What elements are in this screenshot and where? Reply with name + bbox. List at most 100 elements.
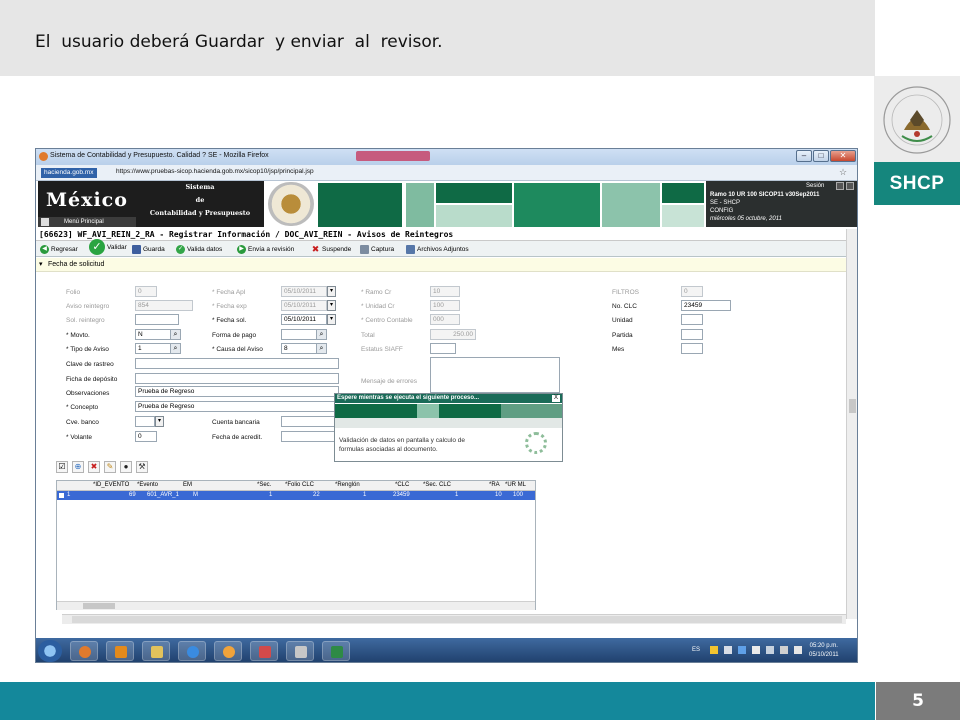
no-clc-field[interactable]: 23459 xyxy=(681,300,731,311)
grid-header-cell[interactable]: *Evento xyxy=(137,482,158,488)
network-icon[interactable] xyxy=(766,646,774,654)
select-all-icon[interactable]: ☑ xyxy=(56,461,68,473)
vertical-scrollbar[interactable] xyxy=(846,229,857,619)
grid-header-cell[interactable]: *Renglón xyxy=(335,482,360,488)
taskbar-media[interactable] xyxy=(214,641,242,661)
forma-pago-search-icon[interactable]: ⌕ xyxy=(316,329,327,340)
taskbar-ie[interactable] xyxy=(178,641,206,661)
delete-row-icon[interactable]: ✖ xyxy=(88,461,100,473)
edit-row-icon[interactable]: ✎ xyxy=(104,461,116,473)
aviso-reintegro-field[interactable]: 854 xyxy=(135,300,193,311)
taskbar-paint[interactable] xyxy=(250,641,278,661)
mes-field[interactable] xyxy=(681,343,703,354)
centro-contable-field[interactable]: 000 xyxy=(430,314,460,325)
address-bar[interactable]: hacienda.gob.mx https://www.pruebas-sico… xyxy=(36,165,857,181)
causa-aviso-field[interactable]: 8 xyxy=(281,343,317,354)
grid-horizontal-scrollbar[interactable] xyxy=(57,601,535,610)
row-checkbox[interactable] xyxy=(59,493,64,498)
estatus-siaff-field[interactable] xyxy=(430,343,456,354)
sol-reintegro-field[interactable] xyxy=(135,314,179,325)
cuenta-bancaria-field[interactable] xyxy=(281,416,339,427)
causa-aviso-search-icon[interactable]: ⌕ xyxy=(316,343,327,354)
filter-icon[interactable]: ● xyxy=(120,461,132,473)
folio-field[interactable]: 0 xyxy=(135,286,157,297)
section-header[interactable]: ▾ Fecha de solicitud xyxy=(36,258,857,272)
observaciones-field[interactable]: Prueba de Regreso xyxy=(135,386,339,397)
suspende-button[interactable]: ✖ Suspende xyxy=(311,243,352,255)
horizontal-scrollbar[interactable] xyxy=(62,614,846,624)
start-button[interactable] xyxy=(38,640,62,662)
volume-icon[interactable] xyxy=(794,646,802,654)
volante-field[interactable]: 0 xyxy=(135,431,157,442)
clave-rastreo-field[interactable] xyxy=(135,358,339,369)
concepto-field[interactable]: Prueba de Regreso xyxy=(135,401,339,412)
fecha-exp-field[interactable]: 05/10/2011 xyxy=(281,300,327,311)
tools-icon[interactable]: ⚒ xyxy=(136,461,148,473)
progress-dialog-close-button[interactable]: X xyxy=(552,395,560,402)
language-indicator[interactable]: ES xyxy=(692,647,700,653)
session-icon[interactable] xyxy=(836,182,844,190)
guarda-button[interactable]: Guarda xyxy=(132,243,165,255)
taskbar-app[interactable] xyxy=(286,641,314,661)
partida-field[interactable] xyxy=(681,329,703,340)
tipo-aviso-field[interactable]: 1 xyxy=(135,343,171,354)
fecha-exp-dropdown-icon[interactable]: ▾ xyxy=(327,300,336,311)
unidad-field[interactable] xyxy=(681,314,703,325)
table-row[interactable]: 1 69 601_AVR_1 M 1 22 1 23459 1 10 100 xyxy=(57,491,535,500)
grid-header-cell[interactable]: EM xyxy=(183,482,192,488)
grid-header-cell[interactable]: *ID_EVENTO xyxy=(93,482,129,488)
tray-icon[interactable] xyxy=(752,646,760,654)
tray-icon[interactable] xyxy=(724,646,732,654)
grid-scroll-thumb[interactable] xyxy=(83,603,115,609)
grid-header-cell[interactable]: *Sec. CLC xyxy=(423,482,451,488)
menu-principal-link[interactable]: Menú Principal xyxy=(38,217,136,227)
movto-field[interactable]: N xyxy=(135,329,171,340)
ramo-cr-field[interactable]: 10 xyxy=(430,286,460,297)
regresar-button[interactable]: ◀ Regresar xyxy=(40,243,78,255)
horizontal-scroll-thumb[interactable] xyxy=(72,616,842,623)
fecha-apl-field[interactable]: 05/10/2011 xyxy=(281,286,327,297)
grid-header-cell[interactable]: *CLC xyxy=(395,482,409,488)
tray-icon[interactable] xyxy=(738,646,746,654)
taskbar-explorer[interactable] xyxy=(142,641,170,661)
menu-icon[interactable] xyxy=(41,218,49,226)
close-button[interactable]: ✕ xyxy=(830,150,856,162)
archivos-adjuntos-button[interactable]: Archivos Adjuntos xyxy=(406,243,469,255)
unidad-cr-field[interactable]: 100 xyxy=(430,300,460,311)
forma-pago-field[interactable] xyxy=(281,329,317,340)
fecha-sol-field[interactable]: 05/10/2011 xyxy=(281,314,327,325)
taskbar-firefox[interactable] xyxy=(70,641,98,661)
system-clock[interactable]: 05:20 p.m. 05/10/2011 xyxy=(809,642,839,660)
add-row-icon[interactable]: ⊕ xyxy=(72,461,84,473)
collapse-arrow-icon[interactable]: ▾ xyxy=(39,258,43,272)
grid-header-cell[interactable]: *Sec. xyxy=(257,482,271,488)
vertical-scroll-thumb[interactable] xyxy=(849,399,856,413)
validar-button[interactable]: ✓ Validar xyxy=(89,239,127,255)
fecha-sol-dropdown-icon[interactable]: ▾ xyxy=(327,314,336,325)
cve-banco-field[interactable] xyxy=(135,416,155,427)
fecha-acredit-field[interactable] xyxy=(281,431,339,442)
fecha-apl-dropdown-icon[interactable]: ▾ xyxy=(327,286,336,297)
total-field[interactable]: 250.00 xyxy=(430,329,476,340)
url-text[interactable]: https://www.pruebas-sicop.hacienda.gob.m… xyxy=(116,168,314,175)
minimize-button[interactable]: – xyxy=(796,150,812,162)
logout-icon[interactable] xyxy=(846,182,854,190)
bookmark-star-icon[interactable]: ☆ xyxy=(839,167,847,178)
taskbar-outlook[interactable] xyxy=(106,641,134,661)
ficha-deposito-field[interactable] xyxy=(135,373,339,384)
captura-button[interactable]: Captura xyxy=(360,243,394,255)
mensaje-errores-field[interactable] xyxy=(430,357,560,393)
tipo-aviso-search-icon[interactable]: ⌕ xyxy=(170,343,181,354)
tray-icon[interactable] xyxy=(780,646,788,654)
valida-datos-button[interactable]: ✓ Valida datos xyxy=(176,243,222,255)
cve-banco-dropdown-icon[interactable]: ▾ xyxy=(155,416,164,427)
envia-revision-button[interactable]: ▶ Envía a revisión xyxy=(237,243,294,255)
taskbar-excel[interactable] xyxy=(322,641,350,661)
tray-icon[interactable] xyxy=(710,646,718,654)
movto-search-icon[interactable]: ⌕ xyxy=(170,329,181,340)
grid-header-cell[interactable]: *Folio CLC xyxy=(285,482,314,488)
grid-header-cell[interactable]: *UR ML xyxy=(505,482,526,488)
maximize-button[interactable]: □ xyxy=(813,150,829,162)
grid-header-cell[interactable]: *RA xyxy=(489,482,500,488)
filtros-field[interactable]: 0 xyxy=(681,286,703,297)
